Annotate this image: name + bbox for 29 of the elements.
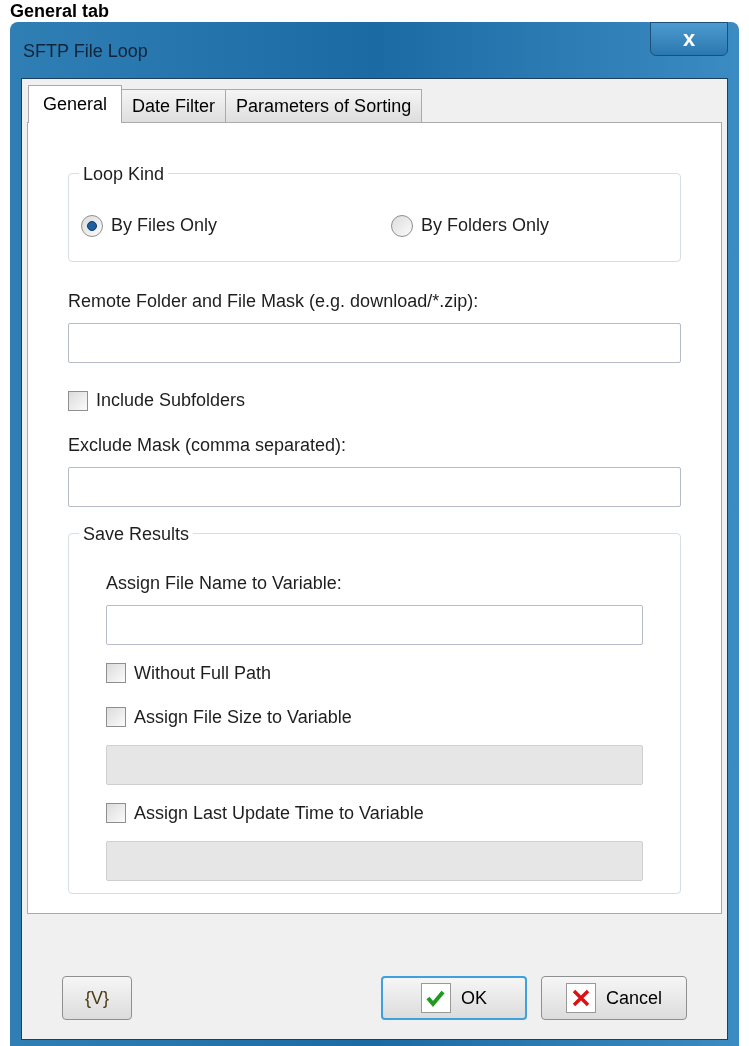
checkbox-label[interactable]: Without Full Path — [134, 659, 272, 687]
field-label: Assign File Name to Variable: — [106, 572, 343, 595]
radio-button[interactable] — [391, 214, 413, 237]
checkbox[interactable] — [106, 663, 126, 683]
checkbox-label[interactable]: Include Subfolders — [96, 387, 246, 414]
input-field[interactable] — [68, 467, 681, 507]
variables-button[interactable]: {V} — [62, 976, 132, 1020]
tab[interactable]: Date Filter — [121, 89, 227, 122]
input-field[interactable] — [68, 323, 681, 363]
checkbox[interactable] — [106, 707, 126, 727]
input-field[interactable] — [106, 605, 643, 645]
page-heading: General tab — [10, 1, 110, 21]
radio-button[interactable] — [81, 214, 103, 237]
ok-button[interactable]: OK — [381, 976, 527, 1020]
field-label: Remote Folder and File Mask (e.g. download/*.zip): — [68, 290, 480, 313]
checkbox[interactable] — [68, 390, 88, 411]
radio-label[interactable]: By Files Only — [111, 212, 218, 239]
close-button[interactable]: x — [650, 22, 728, 56]
check-icon — [421, 983, 451, 1013]
window-title: SFTP File Loop — [23, 39, 148, 63]
tab[interactable]: Parameters of Sorting — [225, 89, 423, 122]
checkbox-label[interactable]: Assign Last Update Time to Variable — [134, 799, 424, 827]
radio-label[interactable]: By Folders Only — [421, 212, 550, 239]
tab[interactable]: General — [28, 85, 123, 123]
cancel-button[interactable]: Cancel — [541, 976, 687, 1020]
field-label: Exclude Mask (comma separated): — [68, 434, 348, 457]
checkbox-label[interactable]: Assign File Size to Variable — [134, 703, 352, 731]
checkbox[interactable] — [106, 803, 126, 823]
close-icon — [566, 983, 596, 1013]
